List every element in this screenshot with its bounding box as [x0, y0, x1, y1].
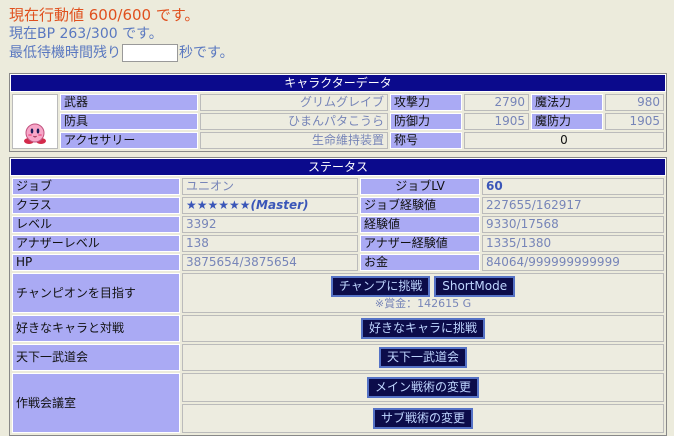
character-header: キャラクターデータ	[10, 74, 666, 92]
avatar	[12, 94, 58, 149]
attack-value: 2790	[464, 94, 529, 111]
magic-label: 魔法力	[531, 94, 603, 111]
main-strategy-actions: メイン戦術の変更	[182, 373, 664, 402]
gold-label: お金	[360, 254, 480, 271]
job-level-value: 60	[482, 178, 664, 195]
attack-label: 攻撃力	[390, 94, 462, 111]
short-mode-button[interactable]: ShortMode	[434, 276, 516, 297]
level-label: レベル	[12, 216, 180, 233]
character-table: 武器 グリムグレイブ 攻撃力 2790 魔法力 980 防具 ひまんパタこうら …	[10, 92, 666, 151]
tournament-actions: 天下一武道会	[182, 344, 664, 371]
job-value: ユニオン	[182, 178, 358, 195]
change-sub-strategy-button[interactable]: サブ戦術の変更	[372, 408, 473, 429]
prize-note: ※賞金：142615 G	[374, 297, 472, 310]
class-label: クラス	[12, 197, 180, 214]
wait-time-line: 最低待機時間残り 秒です。	[9, 43, 234, 63]
weapon-label: 武器	[60, 94, 198, 111]
bp-text: 現在BP 263/300 です。	[9, 26, 163, 42]
hp-label: HP	[12, 254, 180, 271]
pink-round-character-icon	[24, 123, 46, 144]
wait-prefix: 最低待機時間残り	[9, 45, 121, 61]
favorite-battle-actions: 好きなキャラに挑戦	[182, 315, 664, 342]
defense-label: 防御力	[390, 113, 462, 130]
accessory-value: 生命維持装置	[200, 132, 388, 149]
job-label: ジョブ	[12, 178, 180, 195]
strategy-room-label: 作戦会議室	[12, 373, 180, 433]
status-header: ステータス	[10, 158, 666, 176]
favorite-battle-label: 好きなキャラと対戦	[12, 315, 180, 342]
action-points-text: 現在行動値 600/600 です。	[9, 6, 200, 24]
magic-value: 980	[605, 94, 664, 111]
another-exp-label: アナザー経験値	[360, 235, 480, 252]
magic-defense-label: 魔防力	[531, 113, 603, 130]
magic-defense-value: 1905	[605, 113, 664, 130]
defense-value: 1905	[464, 113, 529, 130]
armor-label: 防具	[60, 113, 198, 130]
hp-value: 3875654/3875654	[182, 254, 358, 271]
status-panel: ステータス ジョブ ユニオン ジョブLV 60 クラス ★★★★★★(Maste…	[9, 157, 667, 436]
another-level-label: アナザーレベル	[12, 235, 180, 252]
status-lines: 現在行動値 600/600 です。 現在BP 263/300 です。 最低待機時…	[9, 6, 234, 63]
champion-actions: チャンプに挑戦 ShortMode ※賞金：142615 G	[182, 273, 664, 313]
sub-strategy-actions: サブ戦術の変更	[182, 404, 664, 433]
challenge-favorite-button[interactable]: 好きなキャラに挑戦	[360, 318, 485, 339]
gold-value: 84064/999999999999	[482, 254, 664, 271]
another-exp-value: 1335/1380	[482, 235, 664, 252]
job-level-label: ジョブLV	[360, 178, 480, 195]
accessory-label: アクセサリー	[60, 132, 198, 149]
champion-label: チャンピオンを目指す	[12, 273, 180, 313]
job-exp-label: ジョブ経験値	[360, 197, 480, 214]
change-main-strategy-button[interactable]: メイン戦術の変更	[366, 377, 479, 398]
armor-value: ひまんパタこうら	[200, 113, 388, 130]
job-exp-value: 227655/162917	[482, 197, 664, 214]
exp-value: 9330/17568	[482, 216, 664, 233]
title-label: 称号	[390, 132, 462, 149]
status-table: ジョブ ユニオン ジョブLV 60 クラス ★★★★★★(Master) ジョブ…	[10, 176, 666, 435]
weapon-value: グリムグレイブ	[200, 94, 388, 111]
tournament-label: 天下一武道会	[12, 344, 180, 371]
exp-label: 経験値	[360, 216, 480, 233]
level-value: 3392	[182, 216, 358, 233]
wait-time-field[interactable]	[122, 44, 178, 62]
title-value: 0	[464, 132, 664, 149]
challenge-champion-button[interactable]: チャンプに挑戦	[330, 276, 431, 297]
tournament-button[interactable]: 天下一武道会	[378, 347, 467, 368]
another-level-value: 138	[182, 235, 358, 252]
class-value: ★★★★★★(Master)	[182, 197, 358, 214]
character-panel: キャラクターデータ 武器 グリムグレイブ 攻撃力 2790 魔法力 980 防具…	[9, 73, 667, 152]
wait-suffix: 秒です。	[179, 45, 234, 61]
